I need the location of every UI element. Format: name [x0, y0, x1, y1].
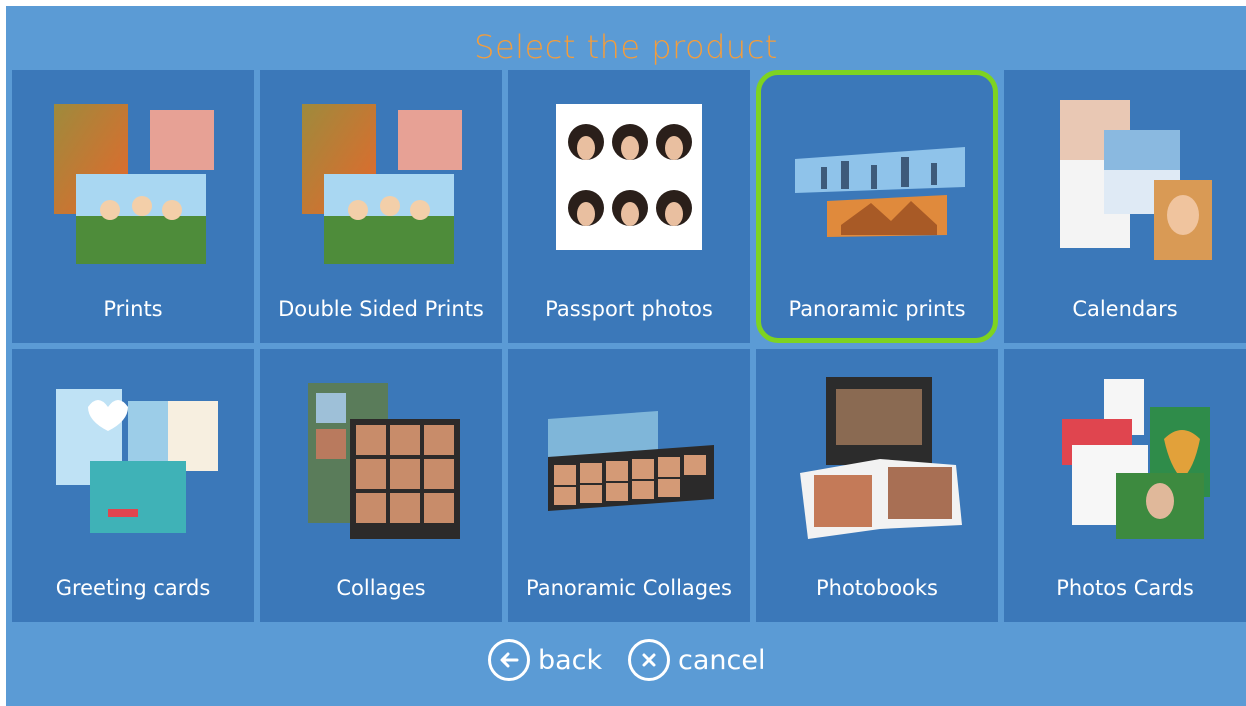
back-label: back	[538, 644, 603, 676]
back-button[interactable]: back	[488, 635, 602, 685]
product-label: Passport photos	[545, 297, 713, 321]
photobooks-icon	[800, 377, 962, 539]
product-label: Double Sided Prints	[278, 297, 484, 321]
collages-icon	[308, 383, 460, 539]
product-tile-greeting-cards[interactable]: Greeting cards	[12, 349, 254, 622]
passport-photos-icon	[556, 104, 702, 250]
close-icon	[628, 639, 670, 681]
panoramic-prints-icon	[795, 147, 965, 237]
cancel-button[interactable]: cancel	[628, 635, 765, 685]
product-tile-double-sided-prints[interactable]: Double Sided Prints	[260, 70, 502, 343]
product-grid: Prints Double Sided Prints Passport phot…	[12, 70, 1246, 622]
photo-cards-icon	[1062, 379, 1210, 539]
product-label: Panoramic prints	[788, 297, 966, 321]
product-tile-prints[interactable]: Prints	[12, 70, 254, 343]
product-label: Greeting cards	[55, 576, 211, 600]
double-sided-prints-icon	[302, 104, 462, 264]
product-selection-screen: Select the product Prints Double Sided P…	[6, 6, 1246, 706]
product-label: Photos Cards	[1056, 576, 1194, 600]
product-label: Photobooks	[815, 576, 939, 600]
product-label: Panoramic Collages	[525, 576, 732, 600]
product-label: Calendars	[1072, 297, 1178, 321]
product-tile-passport-photos[interactable]: Passport photos	[508, 70, 750, 343]
product-label: Collages	[336, 576, 426, 600]
product-tile-calendars[interactable]: Calendars	[1004, 70, 1246, 343]
product-tile-panoramic-collages[interactable]: Panoramic Collages	[508, 349, 750, 622]
prints-icon	[54, 104, 214, 264]
product-tile-panoramic-prints[interactable]: Panoramic prints	[756, 70, 998, 343]
product-tile-collages[interactable]: Collages	[260, 349, 502, 622]
cancel-label: cancel	[678, 644, 766, 676]
product-tile-photo-cards[interactable]: Photos Cards	[1004, 349, 1246, 622]
bottom-bar: back cancel	[6, 618, 1246, 706]
panoramic-collages-icon	[548, 411, 714, 511]
page-title: Select the product	[474, 28, 778, 66]
product-label: Prints	[103, 297, 163, 321]
back-arrow-icon	[488, 639, 530, 681]
product-tile-photobooks[interactable]: Photobooks	[756, 349, 998, 622]
greeting-cards-icon	[56, 389, 218, 533]
calendars-icon	[1060, 100, 1212, 260]
